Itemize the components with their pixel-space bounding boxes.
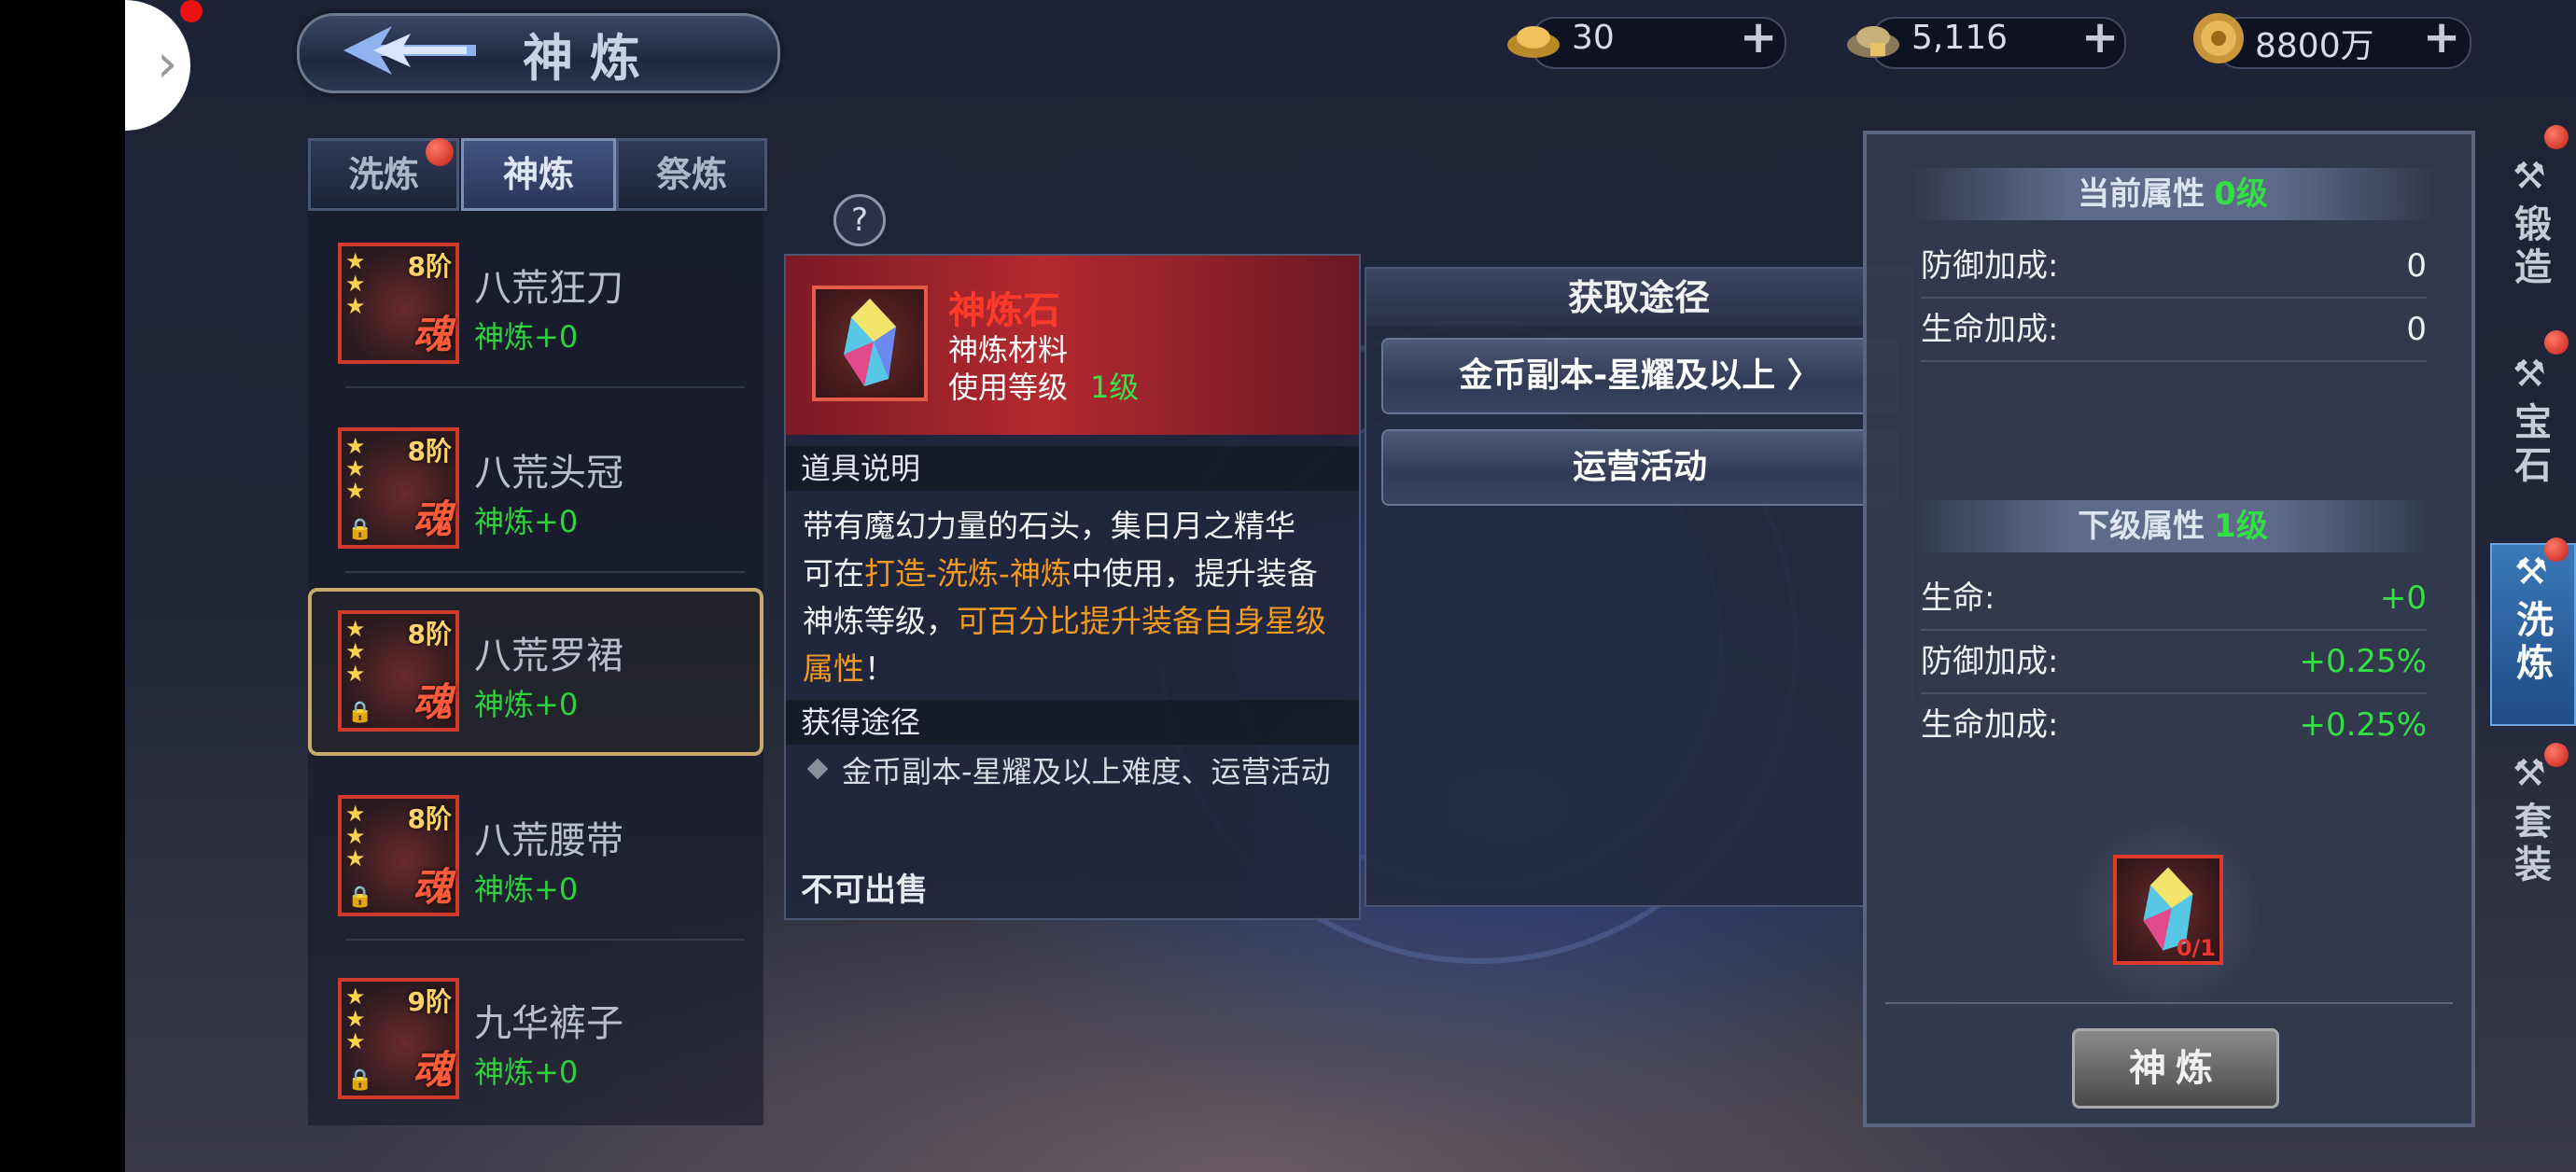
item-tier: 9阶 [407,986,452,1017]
stat-row: 生命: +0 [1921,567,2427,631]
star-rating-icon: ★ ★ ★ [345,248,366,319]
item-name: 八荒狂刀 [474,267,623,310]
description-header: 道具说明 [786,446,1359,491]
side-tab-gem[interactable]: ⚒ 宝石 [2490,347,2576,530]
item-name: 八荒头冠 [474,452,623,495]
equipment-item[interactable]: ★ ★ ★ 🔒 8阶 魂 八荒头冠 神炼+0 [308,405,763,573]
item-name: 九华裤子 [474,1002,623,1045]
tab-sacrifice[interactable]: 祭炼 [616,138,767,211]
bullet-diamond-icon [806,758,829,780]
gem-icon: ⚒ [2513,353,2546,396]
item-soul-mark: 魂 [412,679,452,725]
stat-row: 防御加成: 0 [1921,235,2427,299]
stat-row: 生命加成: 0 [1921,299,2427,362]
item-soul-mark: 魂 [412,312,452,357]
star-rating-icon: ★ ★ ★ [345,433,366,504]
item-soul-mark: 魂 [412,864,452,910]
material-slot[interactable]: 0/1 [2113,855,2223,965]
source-header: 获得途径 [786,700,1359,745]
item-refine-level: 神炼+0 [474,687,579,722]
star-rating-icon: ★ ★ ★ [345,801,366,872]
item-name: 八荒腰带 [474,819,623,862]
equipment-item-selected[interactable]: ★ ★ ★ 🔒 8阶 魂 八荒罗裙 神炼+0 [308,588,763,756]
side-tab-wash[interactable]: ⚒ 洗炼 [2490,543,2576,726]
blade-icon: ★ ★ ★ 8阶 魂 [338,243,459,364]
star-rating-icon: ★ ★ ★ [345,616,366,687]
equipment-item[interactable]: ★ ★ ★ 8阶 魂 八荒狂刀 神炼+0 [308,220,763,388]
forge-notification-dot [2544,125,2569,149]
item-tier: 8阶 [407,436,452,467]
item-soul-mark: 魂 [412,496,452,542]
equipment-item[interactable]: ★ ★ ★ 🔒 9阶 魂 九华裤子 神炼+0 [308,956,763,1123]
acquire-event-button[interactable]: 运营活动 [1381,429,1898,506]
attribute-panel: 当前属性 0级 防御加成: 0 生命加成: 0 下级属性 1级 生命: +0 防御加成: +… [1863,131,2475,1127]
item-refine-level: 神炼+0 [474,872,579,907]
acquire-gold-dungeon-button[interactable]: 金币副本-星耀及以上 〉 [1381,338,1898,414]
item-soul-mark: 魂 [412,1047,452,1093]
wash-icon: ⚒ [2514,551,2548,593]
item-use-level: 使用等级 1级 [948,370,1140,405]
stat-row: 防御加成: +0.25% [1921,631,2427,694]
item-description: 带有魔幻力量的石头，集日月之精华 可在打造-洗炼-神炼中使用，提升装备 神炼等级… [803,508,1326,687]
acquire-title: 获取途径 [1366,269,1911,327]
item-refine-level: 神炼+0 [474,1054,579,1090]
set-notification-dot [2544,743,2569,767]
lock-icon: 🔒 [347,701,373,724]
currency-bound-ingot-value: 5,116 [1911,19,2009,57]
next-attributes-header: 下级属性 1级 [1911,500,2434,552]
item-tier: 8阶 [407,619,452,649]
add-coin-button[interactable]: + [2423,11,2460,63]
side-tab-set[interactable]: ⚒ 套装 [2490,746,2576,929]
current-attributes-header: 当前属性 0级 [1911,168,2434,220]
item-refine-level: 神炼+0 [474,319,579,355]
notification-dot [180,0,203,22]
item-tier: 8阶 [407,803,452,834]
add-ingot-button[interactable]: + [1740,11,1777,63]
divine-stone-icon [812,286,928,401]
item-tooltip: 神炼石 神炼材料 使用等级 1级 道具说明 带有魔幻力量的石头，集日月之精华 可在… [784,254,1361,920]
item-name: 八荒罗裙 [474,635,623,677]
pants-icon: ★ ★ ★ 🔒 9阶 魂 [338,978,459,1099]
lock-icon: 🔒 [347,1068,373,1092]
helmet-icon: ★ ★ ★ 🔒 8阶 魂 [338,427,459,549]
gem-notification-dot [2544,330,2569,355]
currency-coin-value: 8800万 [2255,27,2374,65]
chevron-right-icon: › [157,34,178,94]
floating-assistant-ball[interactable]: › [125,0,190,131]
help-button[interactable]: ? [833,194,886,246]
not-sellable-label: 不可出售 [801,872,928,909]
tab-wash-notification-dot [426,138,454,166]
locked-ingot-icon [1847,26,1899,58]
page-title: 神炼 [523,29,657,88]
source-text: 金币副本-星耀及以上难度、运营活动 [842,754,1331,789]
lock-icon: 🔒 [347,886,373,909]
set-icon: ⚒ [2513,752,2546,795]
hammer-icon: ⚒ [2513,155,2546,198]
refine-button[interactable]: 神炼 [2072,1028,2279,1109]
belt-icon: ★ ★ ★ 🔒 8阶 魂 [338,795,459,916]
currency-ingot-value: 30 [1572,19,1615,57]
material-count: 0/1 [2176,935,2216,961]
side-tab-forge[interactable]: ⚒ 锻造 [2490,149,2576,332]
item-refine-level: 神炼+0 [474,504,579,539]
gold-coin-icon [2193,13,2244,63]
armor-skirt-icon: ★ ★ ★ 🔒 8阶 魂 [338,610,459,732]
equipment-item[interactable]: ★ ★ ★ 🔒 8阶 魂 八荒腰带 神炼+0 [308,773,763,941]
stat-row: 生命加成: +0.25% [1921,706,2427,744]
acquire-panel: 获取途径 金币副本-星耀及以上 〉 运营活动 [1365,267,1913,907]
gold-ingot-icon [1507,26,1560,58]
tab-divine-refine[interactable]: 神炼 [461,138,616,211]
star-rating-icon: ★ ★ ★ [345,984,366,1054]
item-tier: 8阶 [407,251,452,282]
back-arrow-icon[interactable] [336,21,485,80]
wash-notification-dot [2544,537,2569,562]
lock-icon: 🔒 [347,518,373,541]
add-bound-ingot-button[interactable]: + [2081,11,2119,63]
